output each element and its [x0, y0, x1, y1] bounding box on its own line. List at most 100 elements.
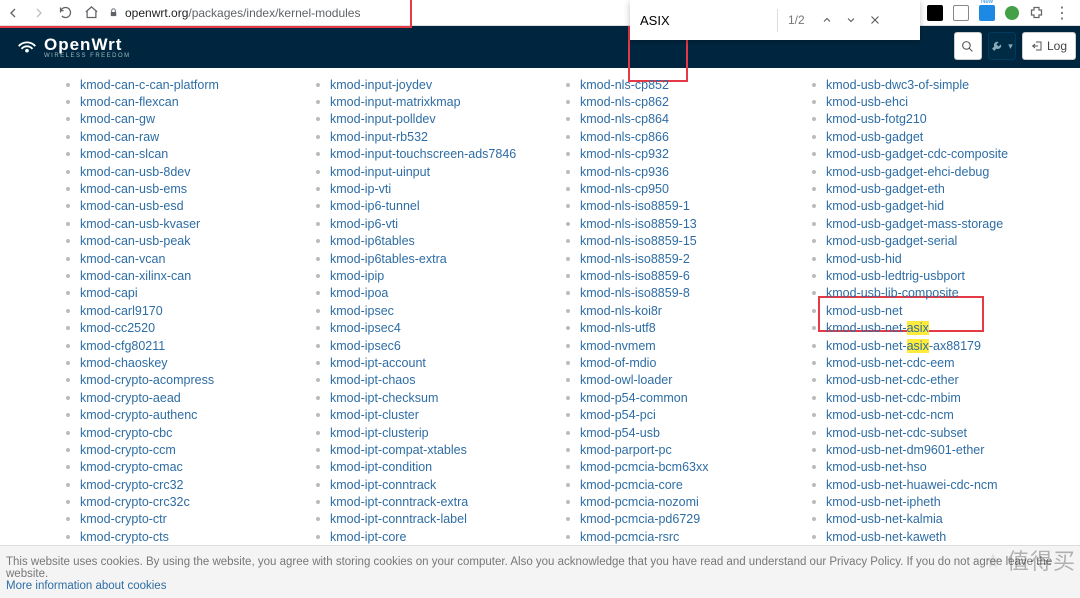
package-link[interactable]: kmod-input-uinput	[330, 165, 430, 179]
package-link[interactable]: kmod-ipt-compat-xtables	[330, 443, 467, 457]
package-link[interactable]: kmod-nls-iso8859-2	[580, 252, 690, 266]
package-link[interactable]: kmod-nls-koi8r	[580, 304, 662, 318]
find-close-icon[interactable]	[863, 8, 887, 32]
package-link[interactable]: kmod-usb-gadget-mass-storage	[826, 217, 1003, 231]
package-link[interactable]: kmod-ip6tables	[330, 234, 415, 248]
package-link[interactable]: kmod-usb-gadget	[826, 130, 923, 144]
package-link[interactable]: kmod-ipt-core	[330, 530, 406, 544]
package-link[interactable]: kmod-ipsec6	[330, 339, 401, 353]
package-link[interactable]: kmod-nls-cp936	[580, 165, 669, 179]
package-link[interactable]: kmod-can-c-can-platform	[80, 78, 219, 92]
package-link[interactable]: kmod-crypto-authenc	[80, 408, 197, 422]
package-link[interactable]: kmod-input-polldev	[330, 112, 436, 126]
address-bar[interactable]: openwrt.org/packages/index/kernel-module…	[108, 6, 360, 20]
package-link[interactable]: kmod-usb-net-asix-ax88179	[826, 339, 981, 353]
package-link[interactable]: kmod-ipt-condition	[330, 460, 432, 474]
find-input[interactable]	[638, 9, 778, 32]
package-link[interactable]: kmod-chaoskey	[80, 356, 168, 370]
package-link[interactable]: kmod-usb-hid	[826, 252, 902, 266]
package-link[interactable]: kmod-ipt-clusterip	[330, 426, 429, 440]
package-link[interactable]: kmod-crypto-crc32	[80, 478, 184, 492]
package-link[interactable]: kmod-ipt-checksum	[330, 391, 438, 405]
package-link[interactable]: kmod-p54-usb	[580, 426, 660, 440]
package-link[interactable]: kmod-ipt-chaos	[330, 373, 415, 387]
package-link[interactable]: kmod-ipt-conntrack	[330, 478, 436, 492]
package-link[interactable]: kmod-usb-ehci	[826, 95, 908, 109]
package-link[interactable]: kmod-usb-fotg210	[826, 112, 927, 126]
login-button[interactable]: Log	[1022, 32, 1076, 60]
package-link[interactable]: kmod-usb-gadget-eth	[826, 182, 945, 196]
package-link[interactable]: kmod-ip6tables-extra	[330, 252, 447, 266]
package-link[interactable]: kmod-input-joydev	[330, 78, 432, 92]
package-link[interactable]: kmod-usb-gadget-ehci-debug	[826, 165, 989, 179]
package-link[interactable]: kmod-nls-cp864	[580, 112, 669, 126]
package-link[interactable]: kmod-usb-net-huawei-cdc-ncm	[826, 478, 998, 492]
package-link[interactable]: kmod-p54-pci	[580, 408, 656, 422]
package-link[interactable]: kmod-usb-ledtrig-usbport	[826, 269, 965, 283]
home-icon[interactable]	[82, 4, 100, 22]
package-link[interactable]: kmod-usb-net-asix	[826, 321, 929, 335]
package-link[interactable]: kmod-ipsec	[330, 304, 394, 318]
cookie-more-link[interactable]: More information about cookies	[6, 580, 166, 592]
package-link[interactable]: kmod-ipt-cluster	[330, 408, 419, 422]
package-link[interactable]: kmod-usb-net-cdc-ether	[826, 373, 959, 387]
find-prev-icon[interactable]	[815, 8, 839, 32]
package-link[interactable]: kmod-crypto-ctr	[80, 512, 167, 526]
back-icon[interactable]	[4, 4, 22, 22]
ext-icon[interactable]	[953, 5, 969, 21]
package-link[interactable]: kmod-pcmcia-core	[580, 478, 683, 492]
menu-icon[interactable]: ⋮	[1054, 3, 1070, 23]
ext-icon[interactable]	[1005, 6, 1019, 20]
package-link[interactable]: kmod-cc2520	[80, 321, 155, 335]
package-link[interactable]: kmod-can-vcan	[80, 252, 165, 266]
tools-button[interactable]: ▾	[988, 32, 1016, 60]
package-link[interactable]: kmod-usb-net-cdc-eem	[826, 356, 955, 370]
package-link[interactable]: kmod-nls-iso8859-8	[580, 286, 690, 300]
package-link[interactable]: kmod-can-xilinx-can	[80, 269, 191, 283]
package-link[interactable]: kmod-parport-pc	[580, 443, 672, 457]
package-link[interactable]: kmod-nvmem	[580, 339, 656, 353]
package-link[interactable]: kmod-nls-iso8859-13	[580, 217, 697, 231]
package-link[interactable]: kmod-usb-dwc3-of-simple	[826, 78, 969, 92]
find-next-icon[interactable]	[839, 8, 863, 32]
package-link[interactable]: kmod-crypto-cts	[80, 530, 169, 544]
package-link[interactable]: kmod-crypto-acompress	[80, 373, 214, 387]
package-link[interactable]: kmod-usb-lib-composite	[826, 286, 959, 300]
ext-icon[interactable]	[927, 5, 943, 21]
package-link[interactable]: kmod-nls-iso8859-6	[580, 269, 690, 283]
package-link[interactable]: kmod-p54-common	[580, 391, 688, 405]
logo[interactable]: OpenWrtWIRELESS FREEDOM	[16, 35, 131, 59]
package-link[interactable]: kmod-input-matrixkmap	[330, 95, 461, 109]
package-link[interactable]: kmod-usb-gadget-hid	[826, 199, 944, 213]
package-link[interactable]: kmod-ip6-vti	[330, 217, 398, 231]
package-link[interactable]: kmod-cfg80211	[80, 339, 165, 353]
package-link[interactable]: kmod-nls-cp950	[580, 182, 669, 196]
package-link[interactable]: kmod-crypto-ccm	[80, 443, 176, 457]
package-link[interactable]: kmod-ipip	[330, 269, 384, 283]
package-link[interactable]: kmod-usb-net-dm9601-ether	[826, 443, 984, 457]
package-link[interactable]: kmod-nls-iso8859-15	[580, 234, 697, 248]
package-link[interactable]: kmod-usb-net-ipheth	[826, 495, 941, 509]
package-link[interactable]: kmod-can-usb-ems	[80, 182, 187, 196]
package-link[interactable]: kmod-usb-net-hso	[826, 460, 927, 474]
package-link[interactable]: kmod-input-touchscreen-ads7846	[330, 147, 516, 161]
package-link[interactable]: kmod-crypto-crc32c	[80, 495, 190, 509]
package-link[interactable]: kmod-can-usb-kvaser	[80, 217, 200, 231]
package-link[interactable]: kmod-nls-utf8	[580, 321, 656, 335]
package-link[interactable]: kmod-crypto-cbc	[80, 426, 172, 440]
package-link[interactable]: kmod-nls-cp932	[580, 147, 669, 161]
package-link[interactable]: kmod-can-gw	[80, 112, 155, 126]
package-link[interactable]: kmod-can-usb-peak	[80, 234, 190, 248]
package-link[interactable]: kmod-usb-net-kaweth	[826, 530, 946, 544]
package-link[interactable]: kmod-pcmcia-nozomi	[580, 495, 699, 509]
package-link[interactable]: kmod-ipt-conntrack-extra	[330, 495, 468, 509]
package-link[interactable]: kmod-ipt-conntrack-label	[330, 512, 467, 526]
package-link[interactable]: kmod-nls-cp866	[580, 130, 669, 144]
package-link[interactable]: kmod-can-flexcan	[80, 95, 179, 109]
package-link[interactable]: kmod-ip6-tunnel	[330, 199, 420, 213]
package-link[interactable]: kmod-ip-vti	[330, 182, 391, 196]
package-link[interactable]: kmod-pcmcia-rsrc	[580, 530, 679, 544]
package-link[interactable]: kmod-owl-loader	[580, 373, 672, 387]
package-link[interactable]: kmod-pcmcia-bcm63xx	[580, 460, 709, 474]
package-link[interactable]: kmod-carl9170	[80, 304, 163, 318]
